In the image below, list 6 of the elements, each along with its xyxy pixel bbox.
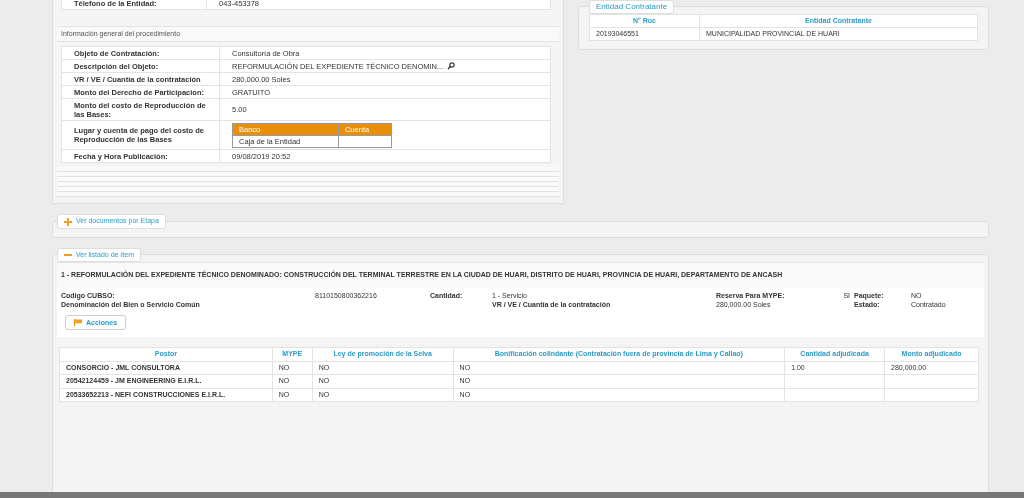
panel-legend: Entidad Contratante [589, 0, 675, 14]
table-cell [338, 135, 392, 148]
search-icon[interactable] [447, 62, 456, 71]
scrollbar[interactable] [0, 492, 1024, 498]
plus-icon [64, 217, 72, 226]
flag-icon [74, 319, 82, 327]
